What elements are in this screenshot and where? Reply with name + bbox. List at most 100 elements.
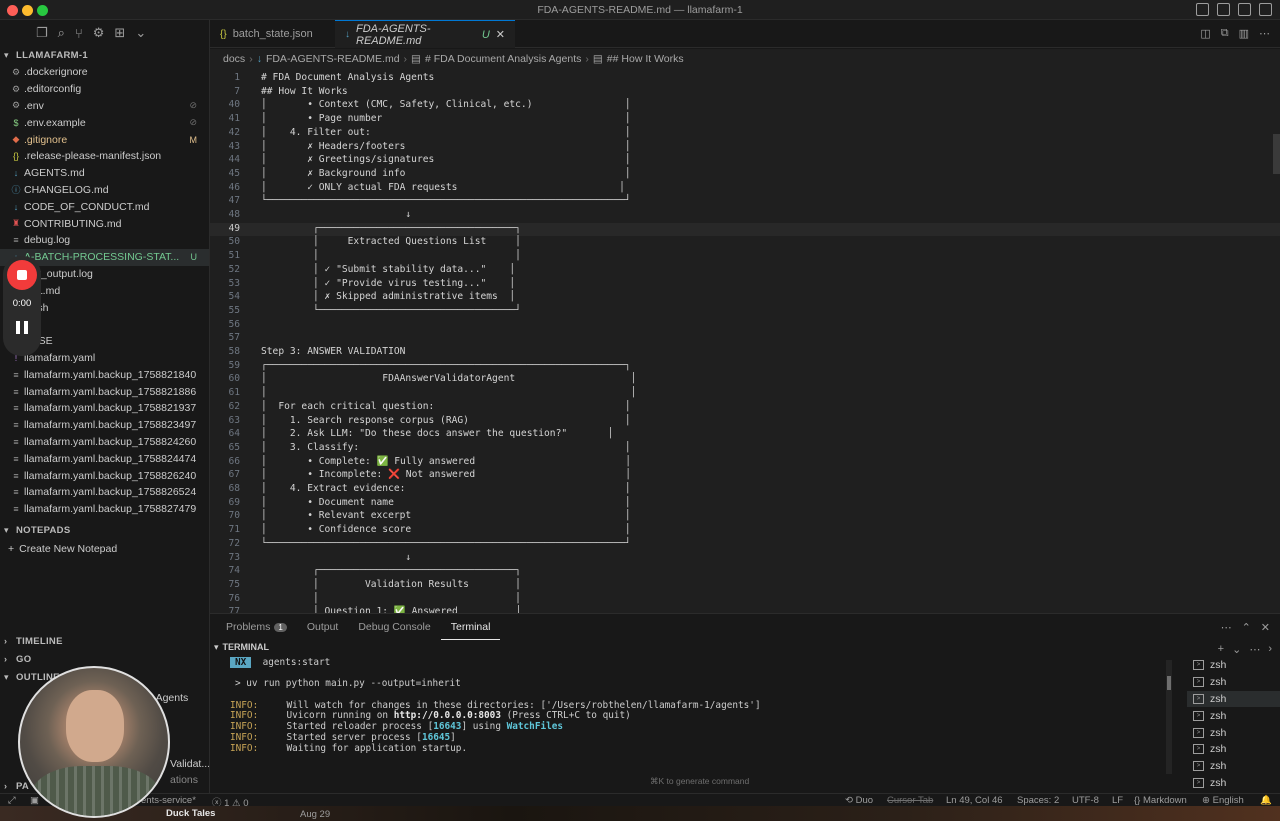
split-editor-icon[interactable]: ▥ (1239, 27, 1249, 40)
compare-icon[interactable]: ⧉ (1221, 27, 1229, 40)
file-item[interactable]: ⚙ .dockerignore (0, 64, 209, 81)
tab-debug-console[interactable]: Debug Console (348, 614, 440, 640)
toggle-panel-icon[interactable] (1217, 3, 1230, 16)
tab-problems[interactable]: Problems 1 (216, 614, 297, 640)
indentation[interactable]: Spaces: 2 (1017, 795, 1059, 806)
file-item[interactable]: ≡ llamafarm.yaml.backup_1758827479 (0, 501, 209, 518)
terminal-scrollbar[interactable] (1166, 660, 1172, 774)
code-line[interactable]: 55 └──────────────────────────────────┘ (210, 305, 1280, 319)
file-item[interactable]: ⚙ .editorconfig (0, 81, 209, 98)
code-line[interactable]: 45 │ ✗ Background info │ (210, 168, 1280, 182)
files-icon[interactable]: ❐ (36, 25, 48, 41)
open-preview-icon[interactable]: ◫ (1200, 27, 1210, 40)
new-terminal-icon[interactable]: + (1218, 643, 1224, 656)
terminal-instance[interactable]: > zsh (1187, 674, 1280, 691)
file-item[interactable]: ⚙ .env ⊘ (0, 98, 209, 115)
code-line[interactable]: 64 │ 2. Ask LLM: "Do these docs answer th… (210, 428, 1280, 442)
terminal-instance[interactable]: > zsh (1187, 690, 1280, 708)
stop-recording-button[interactable] (7, 260, 37, 290)
file-item[interactable]: ≡ llamafarm.yaml.backup_1758823497 (0, 417, 209, 434)
chevron-down-icon[interactable]: ⌄ (135, 25, 146, 41)
more-actions-icon[interactable]: ⋯ (1259, 27, 1270, 40)
panel-section-header[interactable]: › PA (0, 777, 29, 793)
cursor-position[interactable]: Ln 49, Col 46 (946, 795, 1003, 806)
language-mode[interactable]: {} Markdown (1134, 795, 1187, 806)
project-section-header[interactable]: ▾ LLAMAFARM-1 (0, 46, 209, 64)
close-panel-icon[interactable]: ✕ (1261, 621, 1270, 634)
code-line[interactable]: 53 │ ✓ "Provide virus testing..." │ (210, 278, 1280, 292)
code-line[interactable]: 72 └─────────────────────────────────────… (210, 538, 1280, 552)
code-line[interactable]: 60 │ FDAAnswerValidatorAgent │ (210, 373, 1280, 387)
extensions-icon[interactable]: ⊞ (114, 25, 125, 41)
close-icon[interactable]: ✕ (496, 28, 505, 41)
terminal-instance[interactable]: > zsh (1187, 657, 1280, 674)
terminal-instance[interactable]: > zsh (1187, 707, 1280, 724)
code-line[interactable]: 50 │ Extracted Questions List │ (210, 236, 1280, 250)
file-item[interactable]: {} .release-please-manifest.json (0, 148, 209, 165)
go-section-header[interactable]: › GO (0, 650, 209, 668)
code-line[interactable]: 40 │ • Context (CMC, Safety, Clinical, et… (210, 99, 1280, 113)
create-notepad-button[interactable]: + Create New Notepad (0, 540, 209, 558)
code-line[interactable]: 42 │ 4. Filter out: │ (210, 127, 1280, 141)
source-control-icon[interactable]: ⑂ (75, 26, 83, 41)
code-line[interactable]: 75 │ Validation Results │ (210, 579, 1280, 593)
breadcrumb-item[interactable]: FDA-AGENTS-README.md (266, 53, 400, 65)
code-line[interactable]: 65 │ 3. Classify: │ (210, 442, 1280, 456)
terminal-instance[interactable]: > zsh (1187, 724, 1280, 741)
file-item[interactable]: ⓘ CHANGELOG.md (0, 182, 209, 199)
file-item[interactable]: ↓ AGENTS.md (0, 165, 209, 182)
line-ending[interactable]: LF (1112, 795, 1123, 806)
file-item[interactable]: $ .env.example ⊘ (0, 114, 209, 131)
code-line[interactable]: 1 # FDA Document Analysis Agents (210, 72, 1280, 86)
terminal-instance[interactable]: > zsh (1187, 775, 1280, 792)
code-line[interactable]: 77 │ Question 1: ✅ Answered │ (210, 606, 1280, 613)
code-line[interactable]: 66 │ • Complete: ✅ Fully answered │ (210, 456, 1280, 470)
settings-icon[interactable]: ⚙ (93, 25, 105, 41)
code-line[interactable]: 69 │ • Document name │ (210, 497, 1280, 511)
code-line[interactable]: 41 │ • Page number │ (210, 113, 1280, 127)
code-line[interactable]: 62 │ For each critical question: │ (210, 401, 1280, 415)
terminal-section-header[interactable]: ▾ TERMINAL (210, 640, 1280, 654)
code-line[interactable]: 49 ┌──────────────────────────────────┐ (210, 222, 1280, 237)
duo-status[interactable]: ⟲ Duo (845, 795, 873, 806)
notepads-section-header[interactable]: ▾ NOTEPADS (0, 522, 209, 540)
terminal-instance[interactable]: > zsh (1187, 741, 1280, 758)
file-item[interactable]: ≡ llamafarm.yaml.backup_1758821840 (0, 366, 209, 383)
file-item[interactable]: ↓ CODE_OF_CONDUCT.md (0, 198, 209, 215)
breadcrumb-item[interactable]: # FDA Document Analysis Agents (425, 53, 581, 65)
notifications-icon[interactable]: 🔔 (1260, 795, 1272, 806)
cursor-tab-status[interactable]: Cursor Tab (887, 795, 933, 806)
code-editor[interactable]: 1 # FDA Document Analysis Agents 7 ## How I… (210, 69, 1280, 613)
code-line[interactable]: 71 │ • Confidence score │ (210, 524, 1280, 538)
more-actions-icon[interactable]: ⋯ (1221, 621, 1232, 634)
code-line[interactable]: 52 │ ✓ "Submit stability data..." │ (210, 264, 1280, 278)
code-line[interactable]: 73 ↓ (210, 552, 1280, 566)
file-item[interactable]: ◆ .gitignore M (0, 131, 209, 148)
customize-layout-icon[interactable] (1259, 3, 1272, 16)
encoding[interactable]: UTF-8 (1072, 795, 1099, 806)
chevron-right-icon[interactable]: › (1268, 643, 1272, 656)
tab-terminal[interactable]: Terminal (440, 614, 501, 640)
code-line[interactable]: 48 ↓ (210, 209, 1280, 223)
code-line[interactable]: 59 ┌─────────────────────────────────────… (210, 360, 1280, 374)
file-item[interactable]: ≡ llamafarm.yaml.backup_1758824260 (0, 434, 209, 451)
timeline-section-header[interactable]: › TIMELINE (0, 632, 209, 650)
code-line[interactable]: 51 │ │ (210, 250, 1280, 264)
code-line[interactable]: 56 (210, 319, 1280, 333)
chevron-down-icon[interactable]: ⌄ (1232, 643, 1241, 656)
code-line[interactable]: 43 │ ✗ Headers/footers │ (210, 141, 1280, 155)
outline-item[interactable]: Validat... (170, 758, 209, 770)
file-item[interactable]: ≡ llamafarm.yaml.backup_1758821937 (0, 400, 209, 417)
file-item[interactable]: ≡ llamafarm.yaml.backup_1758826240 (0, 467, 209, 484)
code-line[interactable]: 7 ## How It Works (210, 86, 1280, 100)
pause-icon[interactable] (16, 321, 28, 334)
code-line[interactable]: 67 │ • Incomplete: ❌ Not answered │ (210, 469, 1280, 483)
file-item[interactable]: ≡ llamafarm.yaml.backup_1758821886 (0, 383, 209, 400)
search-icon[interactable]: ⌕ (58, 25, 65, 41)
code-line[interactable]: 68 │ 4. Extract evidence: │ (210, 483, 1280, 497)
breadcrumb-item[interactable]: ## How It Works (607, 53, 684, 65)
more-actions-icon[interactable]: ⋯ (1249, 643, 1260, 656)
terminal-instance[interactable]: > zsh (1187, 758, 1280, 775)
code-line[interactable]: 74 ┌──────────────────────────────────┐ (210, 565, 1280, 579)
tab-output[interactable]: Output (297, 614, 349, 640)
